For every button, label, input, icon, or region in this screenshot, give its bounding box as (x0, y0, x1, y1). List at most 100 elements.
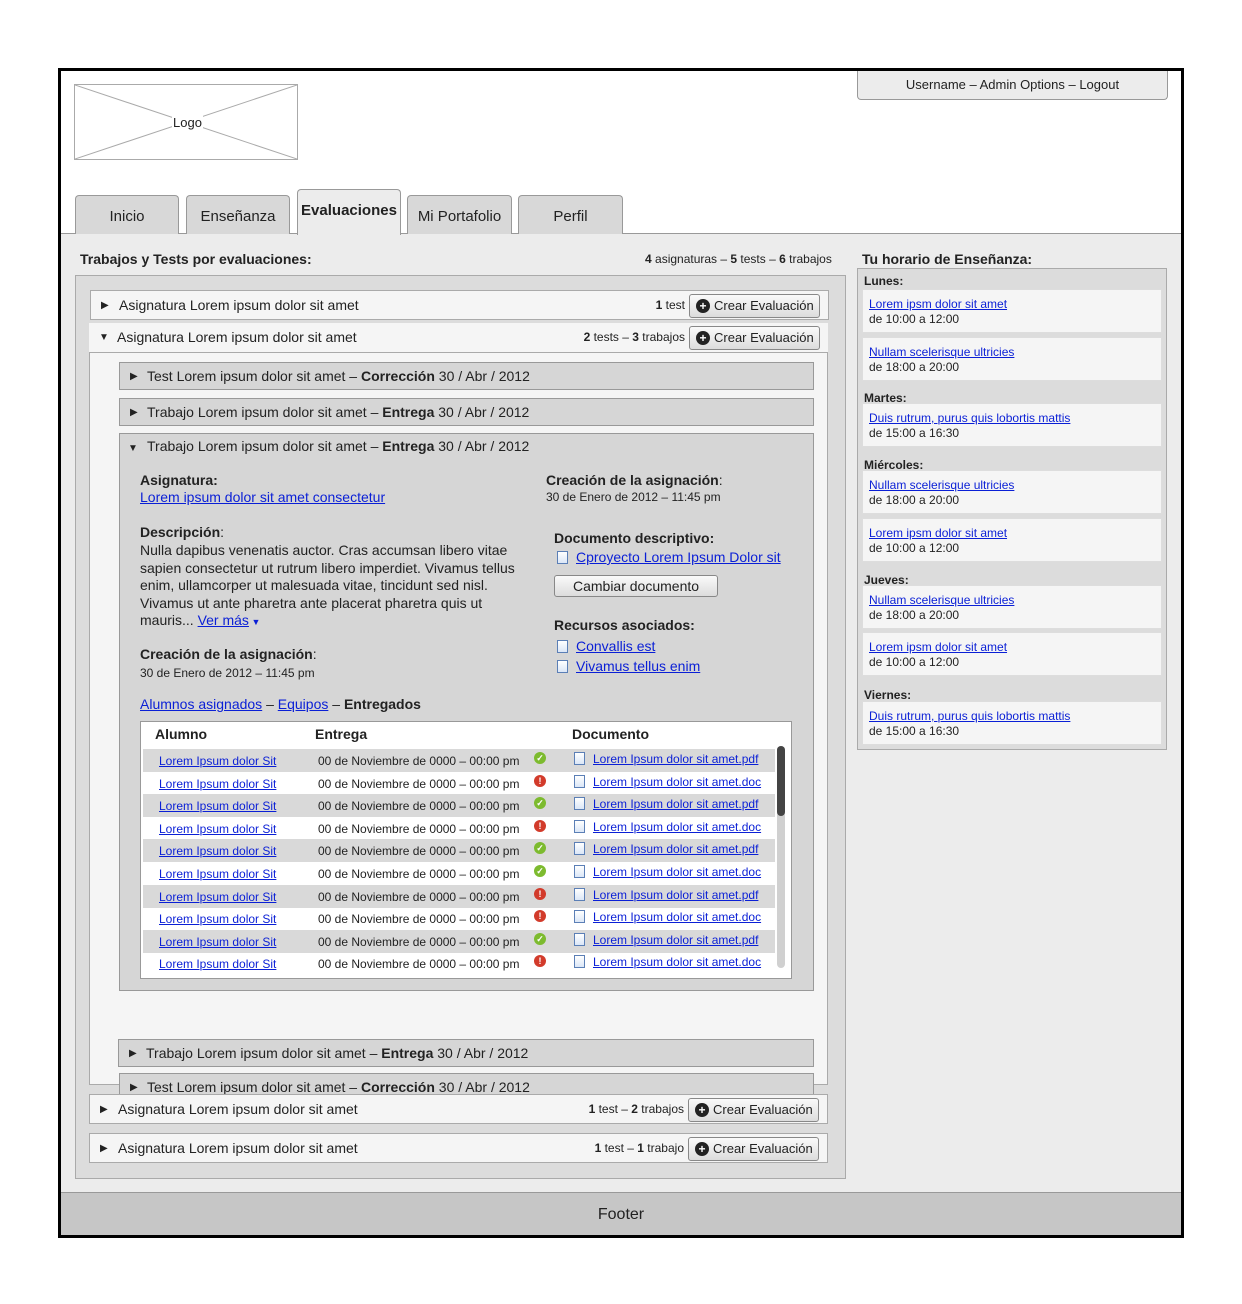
caret-right-icon[interactable]: ▶ (130, 1082, 138, 1093)
class-link[interactable]: Lorem ipsm dolor sit amet (869, 640, 1007, 654)
tab-label: Enseñanza (200, 208, 276, 225)
alumno-link[interactable]: Lorem Ipsum dolor Sit (159, 957, 276, 971)
documento-cell: Lorem Ipsum dolor sit amet.pdf (574, 797, 758, 811)
caret-right-icon[interactable]: ▶ (100, 1104, 108, 1115)
user-menu-links[interactable]: Username – Admin Options – Logout (906, 77, 1119, 92)
class-link[interactable]: Duis rutrum, purus quis lobortis mattis (869, 709, 1070, 723)
documento-link[interactable]: Lorem Ipsum dolor sit amet.doc (593, 865, 761, 879)
entrega-date: 00 de Noviembre de 0000 – 00:00 pm (318, 912, 520, 927)
subject-title: Asignatura Lorem ipsum dolor sit amet (119, 297, 359, 313)
alumnos-asignados-link[interactable]: Alumnos asignados (140, 696, 262, 712)
entrega-date: 00 de Noviembre de 0000 – 00:00 pm (318, 934, 520, 949)
tab-ensenanza[interactable]: Enseñanza (186, 195, 290, 234)
documento-link[interactable]: Lorem Ipsum dolor sit amet.pdf (593, 888, 758, 902)
documento-link[interactable]: Cproyecto Lorem Ipsum Dolor sit (576, 549, 781, 565)
count-label: test (662, 298, 685, 312)
recurso-link[interactable]: Vivamus tellus enim (576, 658, 700, 674)
caret-down-icon[interactable]: ▼ (128, 443, 138, 454)
evaluation-item[interactable]: ▶ Trabajo Lorem ipsum dolor sit amet – E… (119, 398, 814, 426)
documento-link[interactable]: Lorem Ipsum dolor sit amet.doc (593, 910, 761, 924)
asignatura-link[interactable]: Lorem ipsum dolor sit amet consectetur (140, 489, 385, 507)
documento-link[interactable]: Lorem Ipsum dolor sit amet.pdf (593, 752, 758, 766)
documento-link[interactable]: Lorem Ipsum dolor sit amet.pdf (593, 797, 758, 811)
caret-down-icon[interactable]: ▼ (99, 332, 109, 343)
crear-evaluacion-button[interactable]: + Crear Evaluación (688, 1098, 819, 1122)
subject-row[interactable]: ▼ Asignatura Lorem ipsum dolor sit amet … (89, 323, 828, 353)
cambiar-documento-button[interactable]: Cambiar documento (554, 575, 718, 597)
item-name: Test Lorem ipsum dolor sit amet – (147, 1079, 361, 1095)
class-link[interactable]: Lorem ipsm dolor sit amet (869, 526, 1007, 540)
schedule-panel: Lunes: Lorem ipsm dolor sit amet de 10:00… (857, 268, 1167, 750)
documento-link[interactable]: Lorem Ipsum dolor sit amet.doc (593, 820, 761, 834)
documento-link[interactable]: Lorem Ipsum dolor sit amet.doc (593, 775, 761, 789)
item-date: 30 / Abr / 2012 (434, 404, 530, 420)
tab-mi-portafolio[interactable]: Mi Portafolio (407, 195, 512, 234)
caret-right-icon[interactable]: ▶ (130, 407, 138, 418)
alumno-link[interactable]: Lorem Ipsum dolor Sit (159, 799, 276, 813)
alumno-link[interactable]: Lorem Ipsum dolor Sit (159, 822, 276, 836)
entrega-date: 00 de Noviembre de 0000 – 00:00 pm (318, 844, 520, 859)
subject-row[interactable]: ▶ Asignatura Lorem ipsum dolor sit amet … (89, 1094, 828, 1124)
schedule-slot: Nullam scelerisque ultricies de 18:00 a 2… (862, 470, 1162, 514)
logo[interactable]: Logo (74, 84, 298, 160)
evaluation-title[interactable]: Trabajo Lorem ipsum dolor sit amet – Ent… (147, 438, 529, 454)
caret-right-icon[interactable]: ▶ (101, 300, 109, 311)
count-label: tests – (590, 330, 633, 344)
subject-row[interactable]: ▶ Asignatura Lorem ipsum dolor sit amet … (89, 1133, 828, 1163)
table-row: Lorem Ipsum dolor Sit 00 de Noviembre de … (143, 817, 775, 840)
tab-evaluaciones[interactable]: Evaluaciones (297, 189, 401, 235)
crear-evaluacion-button[interactable]: + Crear Evaluación (689, 326, 820, 350)
documento-link[interactable]: Lorem Ipsum dolor sit amet.pdf (593, 933, 758, 947)
alumno-link[interactable]: Lorem Ipsum dolor Sit (159, 912, 276, 926)
alumno-link[interactable]: Lorem Ipsum dolor Sit (159, 844, 276, 858)
alumno-link[interactable]: Lorem Ipsum dolor Sit (159, 890, 276, 904)
alumno-link[interactable]: Lorem Ipsum dolor Sit (159, 754, 276, 768)
ver-mas-link[interactable]: Ver más (198, 612, 249, 628)
descripcion-label: Descripción: (140, 524, 225, 540)
class-link[interactable]: Nullam scelerisque ultricies (869, 345, 1014, 359)
recursos-label: Recursos asociados: (554, 617, 695, 633)
crear-evaluacion-button[interactable]: + Crear Evaluación (689, 294, 820, 318)
class-link[interactable]: Nullam scelerisque ultricies (869, 478, 1014, 492)
item-name: Trabajo Lorem ipsum dolor sit amet – (146, 1045, 382, 1061)
schedule-slot: Lorem ipsm dolor sit amet de 10:00 a 12:0… (862, 632, 1162, 676)
caret-right-icon[interactable]: ▶ (130, 371, 138, 382)
alumno-link[interactable]: Lorem Ipsum dolor Sit (159, 935, 276, 949)
alumno-link[interactable]: Lorem Ipsum dolor Sit (159, 867, 276, 881)
alert-circle-icon: ! (534, 910, 546, 923)
evaluation-item[interactable]: ▶ Test Lorem ipsum dolor sit amet – Corr… (119, 362, 814, 390)
class-link[interactable]: Duis rutrum, purus quis lobortis mattis (869, 411, 1070, 425)
tab-inicio[interactable]: Inicio (75, 195, 179, 234)
separator: – (262, 696, 278, 712)
class-hours: de 18:00 a 20:00 (869, 493, 960, 507)
creacion-date-right: 30 de Enero de 2012 – 11:45 pm (546, 490, 721, 504)
caret-down-icon[interactable]: ▼ (249, 617, 260, 627)
equipos-link[interactable]: Equipos (278, 696, 329, 712)
tab-perfil[interactable]: Perfil (518, 195, 623, 234)
plus-circle-icon: + (696, 299, 710, 313)
documento-link[interactable]: Lorem Ipsum dolor sit amet.doc (593, 955, 761, 969)
entregados-tab[interactable]: Entregados (344, 696, 421, 712)
count-label: test – (601, 1141, 638, 1155)
subject-title: Asignatura Lorem ipsum dolor sit amet (118, 1140, 358, 1156)
crear-evaluacion-button[interactable]: + Crear Evaluación (688, 1137, 819, 1161)
count-label: trabajos (638, 330, 685, 344)
user-menu[interactable]: Username – Admin Options – Logout (857, 71, 1168, 100)
schedule-slot: Lorem ipsm dolor sit amet de 10:00 a 12:0… (862, 289, 1162, 333)
caret-right-icon[interactable]: ▶ (100, 1143, 108, 1154)
item-kind: Entrega (382, 404, 435, 420)
recurso-link[interactable]: Convallis est (576, 638, 655, 654)
class-link[interactable]: Lorem ipsm dolor sit amet (869, 297, 1007, 311)
class-link[interactable]: Nullam scelerisque ultricies (869, 593, 1014, 607)
subject-row[interactable]: ▶ Asignatura Lorem ipsum dolor sit amet … (90, 290, 829, 320)
scrollbar-thumb[interactable] (777, 746, 785, 816)
documento-link[interactable]: Lorem Ipsum dolor sit amet.pdf (593, 842, 758, 856)
descripcion-text: Nulla dapibus venenatis auctor. Cras acc… (140, 542, 535, 632)
table-scrollbar[interactable] (777, 746, 785, 968)
summary-count: 6 (779, 252, 786, 266)
column-header-entrega: Entrega (315, 726, 368, 742)
item-name: Test Lorem ipsum dolor sit amet – (147, 368, 361, 384)
alumno-link[interactable]: Lorem Ipsum dolor Sit (159, 777, 276, 791)
caret-right-icon[interactable]: ▶ (129, 1048, 137, 1059)
evaluation-item[interactable]: ▶ Trabajo Lorem ipsum dolor sit amet – E… (118, 1039, 814, 1067)
